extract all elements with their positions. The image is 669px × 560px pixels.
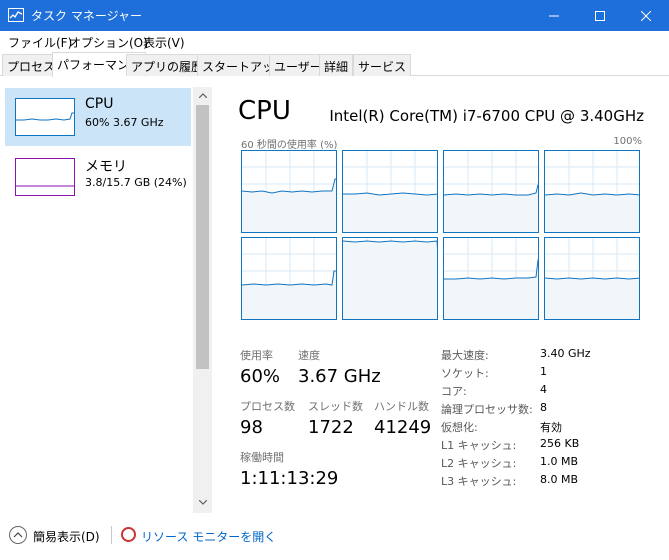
logical-processor-graph [342,150,438,233]
tab-app-history[interactable]: アプリの履歴 [126,54,209,76]
window-title: タスク マネージャー [31,9,142,23]
detail-value: 3.40 GHz [540,347,591,360]
scroll-down-icon[interactable] [193,494,212,511]
sidebar-scrollbar[interactable] [193,87,212,513]
sidebar-item-title: メモリ [85,159,127,175]
processes-value: 98 [240,417,263,438]
detail-label: L2 キャッシュ: [441,457,517,470]
detail-label: コア: [441,385,467,398]
tab-bar: プロセス パフォーマンス アプリの履歴 スタートアップ ユーザー 詳細 サービス [0,51,669,77]
handles-label: ハンドル数 [374,400,429,413]
detail-label: 仮想化: [441,421,478,434]
logical-processor-graph [241,237,337,320]
page-title: CPU [238,96,291,126]
detail-label: L1 キャッシュ: [441,439,517,452]
memory-thumbnail-graph [15,158,75,196]
detail-value: 1.0 MB [540,455,579,468]
speed-value: 3.67 GHz [298,366,381,387]
logical-processor-graph [544,150,640,233]
sidebar-item-title: CPU [85,96,114,112]
tab-details[interactable]: 詳細 [319,54,354,76]
threads-label: スレッド数 [308,400,363,413]
graph-max-label: 100% [613,136,642,147]
sidebar-item-cpu[interactable]: CPU 60% 3.67 GHz [5,88,191,146]
detail-value: 有効 [540,421,562,434]
detail-value: 8 [540,401,547,414]
cpu-model-name: Intel(R) Core(TM) i7-6700 CPU @ 3.40GHz [329,107,644,125]
title-bar[interactable]: タスク マネージャー [0,0,669,31]
detail-value: 8.0 MB [540,473,579,486]
fewer-details-button[interactable]: 簡易表示(D) [33,528,100,545]
logical-processor-graph [544,237,640,320]
menu-options[interactable]: オプション(O) [69,34,148,51]
resource-monitor-icon[interactable] [121,527,136,542]
logical-processor-graph [443,237,539,320]
cpu-thumbnail-graph [15,98,75,136]
logical-processor-graph [443,150,539,233]
menu-file[interactable]: ファイル(F) [8,34,72,51]
detail-label: 論理プロセッサ数: [441,403,533,416]
graph-axis-label: 60 秒間の使用率 (%) [241,140,338,151]
detail-label: ソケット: [441,367,489,380]
maximize-button[interactable] [577,0,623,31]
logical-processor-graph [342,237,438,320]
detail-label: 最大速度: [441,349,489,362]
usage-label: 使用率 [240,349,273,362]
sidebar-item-subtitle: 60% 3.67 GHz [85,116,164,129]
sidebar-item-subtitle: 3.8/15.7 GB (24%) [85,176,187,189]
logical-processor-graph [241,150,337,233]
speed-label: 速度 [298,349,320,362]
detail-value: 1 [540,365,547,378]
threads-value: 1722 [308,417,354,438]
close-button[interactable] [623,0,669,31]
scrollbar-thumb[interactable] [196,105,209,369]
usage-value: 60% [240,366,281,387]
chevron-up-icon[interactable] [9,526,27,544]
open-resource-monitor-link[interactable]: リソース モニターを開く [141,528,276,545]
tab-services[interactable]: サービス [353,54,412,76]
processes-label: プロセス数 [240,400,295,413]
divider [111,526,112,544]
sidebar-item-memory[interactable]: メモリ 3.8/15.7 GB (24%) [5,148,191,206]
menu-bar: ファイル(F) オプション(O) 表示(V) [0,31,669,51]
uptime-value: 1:11:13:29 [240,468,339,489]
menu-view[interactable]: 表示(V) [143,34,185,51]
handles-value: 41249 [374,417,432,438]
task-manager-app-icon [8,8,24,22]
resource-list: CPU 60% 3.67 GHz メモリ 3.8/15.7 GB (24%) [0,77,212,513]
uptime-label: 稼働時間 [240,451,284,464]
scroll-up-icon[interactable] [193,87,212,104]
footer: 簡易表示(D) リソース モニターを開く [0,520,669,560]
detail-value: 4 [540,383,547,396]
minimize-button[interactable] [531,0,577,31]
detail-label: L3 キャッシュ: [441,475,517,488]
detail-value: 256 KB [540,437,580,450]
